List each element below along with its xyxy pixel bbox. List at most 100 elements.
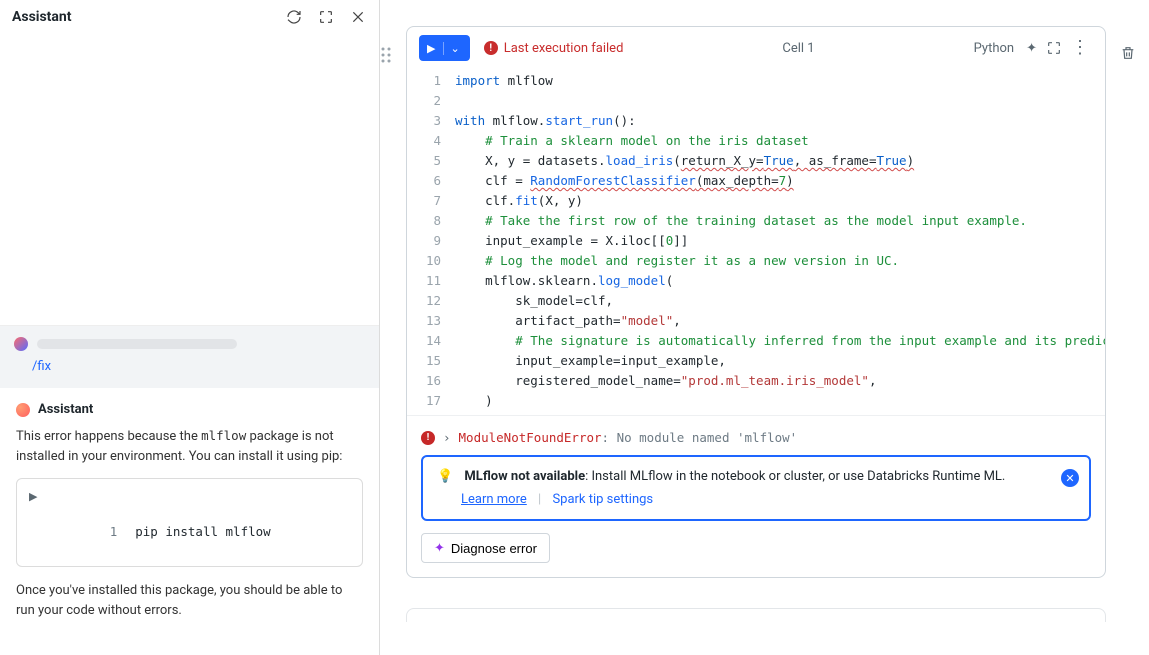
line-number: 5 — [407, 151, 455, 171]
spark-tip-link[interactable]: Spark tip settings — [552, 492, 653, 507]
line-number: 10 — [407, 251, 455, 271]
close-icon[interactable] — [349, 8, 367, 26]
notebook-area: ▶ ⌄ ! Last execution failed Cell 1 Pytho… — [380, 0, 1149, 655]
code-content[interactable]: mlflow.sklearn.log_model( — [455, 271, 1093, 291]
code-content[interactable]: input_example = X.iloc[[0]] — [455, 231, 1093, 251]
code-content[interactable]: with mlflow.start_run(): — [455, 111, 1093, 131]
code-line[interactable]: 4 # Train a sklearn model on the iris da… — [407, 131, 1105, 151]
fix-command[interactable]: /fix — [32, 359, 365, 374]
code-content[interactable]: ) — [455, 391, 1093, 411]
error-name: ModuleNotFoundError — [459, 430, 602, 445]
assistant-title: Assistant — [12, 9, 72, 25]
code-content[interactable]: registered_model_name="prod.ml_team.iris… — [455, 371, 1093, 391]
snippet-lineno: 1 — [89, 524, 117, 539]
line-number: 3 — [407, 111, 455, 131]
code-content[interactable]: X, y = datasets.load_iris(return_X_y=Tru… — [455, 151, 1093, 171]
code-content[interactable]: # Log the model and register it as a new… — [455, 251, 1093, 271]
code-content[interactable]: clf = RandomForestClassifier(max_depth=7… — [455, 171, 1093, 191]
code-editor[interactable]: 1import mlflow23with mlflow.start_run():… — [407, 69, 1105, 415]
play-icon: ▶ — [427, 42, 435, 55]
more-icon[interactable]: ⋮ — [1071, 41, 1089, 55]
code-content[interactable]: # Take the first row of the training dat… — [455, 211, 1093, 231]
line-number: 9 — [407, 231, 455, 251]
code-line[interactable]: 10 # Log the model and register it as a … — [407, 251, 1105, 271]
assistant-avatar — [16, 403, 30, 417]
line-number: 2 — [407, 91, 455, 111]
snippet-run-icon[interactable]: ▶ — [29, 490, 37, 503]
code-line[interactable]: 14 # The signature is automatically infe… — [407, 331, 1105, 351]
line-number: 1 — [407, 71, 455, 91]
expand-error-icon[interactable]: › — [443, 430, 451, 445]
assistant-panel: Assistant /fix Assistant This error happ… — [0, 0, 380, 655]
drag-handle-icon[interactable] — [380, 46, 398, 68]
code-line[interactable]: 2 — [407, 91, 1105, 111]
code-line[interactable]: 6 clf = RandomForestClassifier(max_depth… — [407, 171, 1105, 191]
next-cell-peek — [406, 608, 1106, 622]
fullscreen-icon[interactable] — [1045, 39, 1063, 57]
assistant-reply-header: Assistant — [16, 402, 363, 417]
code-line[interactable]: 17 ) — [407, 391, 1105, 411]
refresh-icon[interactable] — [285, 8, 303, 26]
line-number: 12 — [407, 291, 455, 311]
assistant-header: Assistant — [0, 0, 379, 35]
error-icon: ! — [421, 431, 435, 445]
cell-language[interactable]: Python — [974, 41, 1014, 56]
chevron-down-icon[interactable]: ⌄ — [443, 42, 465, 55]
redacted-username — [37, 339, 237, 349]
code-content[interactable]: import mlflow — [455, 71, 1093, 91]
code-line[interactable]: 8 # Take the first row of the training d… — [407, 211, 1105, 231]
code-line[interactable]: 13 artifact_path="model", — [407, 311, 1105, 331]
line-number: 16 — [407, 371, 455, 391]
code-content[interactable] — [455, 91, 1093, 111]
assistant-code-snippet: ▶ 1 pip install mlflow — [16, 478, 363, 567]
hint-box: ✕ 💡 MLflow not available: Install MLflow… — [421, 455, 1091, 521]
snippet-code: pip install mlflow — [135, 524, 270, 539]
hint-close-button[interactable]: ✕ — [1061, 469, 1079, 487]
code-content[interactable]: # The signature is automatically inferre… — [455, 331, 1106, 351]
line-number: 7 — [407, 191, 455, 211]
code-line[interactable]: 11 mlflow.sklearn.log_model( — [407, 271, 1105, 291]
error-line: ! › ModuleNotFoundError : No module name… — [421, 426, 1091, 455]
code-content[interactable]: artifact_path="model", — [455, 311, 1093, 331]
user-avatar — [14, 337, 28, 351]
sparkle-icon: ✦ — [434, 540, 445, 556]
execution-status: ! Last execution failed — [484, 41, 624, 56]
code-line[interactable]: 16 registered_model_name="prod.ml_team.i… — [407, 371, 1105, 391]
ai-sparkle-icon[interactable]: ✦ — [1026, 41, 1037, 56]
line-number: 8 — [407, 211, 455, 231]
execution-status-text: Last execution failed — [504, 41, 624, 56]
line-number: 14 — [407, 331, 455, 351]
code-content[interactable]: # Train a sklearn model on the iris data… — [455, 131, 1093, 151]
expand-icon[interactable] — [317, 8, 335, 26]
code-line[interactable]: 12 sk_model=clf, — [407, 291, 1105, 311]
assistant-paragraph-2: Once you've installed this package, you … — [16, 581, 363, 620]
error-message: : No module named 'mlflow' — [602, 430, 798, 445]
code-content[interactable]: sk_model=clf, — [455, 291, 1093, 311]
cell-label: Cell 1 — [623, 41, 973, 56]
line-number: 4 — [407, 131, 455, 151]
user-prompt-block: /fix — [0, 325, 379, 388]
code-line[interactable]: 3with mlflow.start_run(): — [407, 111, 1105, 131]
code-line[interactable]: 5 X, y = datasets.load_iris(return_X_y=T… — [407, 151, 1105, 171]
learn-more-link[interactable]: Learn more — [461, 492, 527, 507]
line-number: 11 — [407, 271, 455, 291]
assistant-reply: Assistant This error happens because the… — [0, 388, 379, 655]
run-button[interactable]: ▶ ⌄ — [419, 35, 470, 61]
error-status-icon: ! — [484, 41, 498, 55]
hint-title: 💡 MLflow not available: Install MLflow i… — [437, 469, 1075, 484]
code-line[interactable]: 1import mlflow — [407, 71, 1105, 91]
cell-toolbar: ▶ ⌄ ! Last execution failed Cell 1 Pytho… — [407, 27, 1105, 69]
line-number: 15 — [407, 351, 455, 371]
diagnose-error-button[interactable]: ✦ Diagnose error — [421, 533, 550, 563]
assistant-reply-title: Assistant — [38, 402, 93, 417]
code-content[interactable]: input_example=input_example, — [455, 351, 1093, 371]
code-line[interactable]: 15 input_example=input_example, — [407, 351, 1105, 371]
line-number: 13 — [407, 311, 455, 331]
code-line[interactable]: 9 input_example = X.iloc[[0]] — [407, 231, 1105, 251]
line-number: 17 — [407, 391, 455, 411]
line-number: 6 — [407, 171, 455, 191]
code-content[interactable]: clf.fit(X, y) — [455, 191, 1093, 211]
assistant-paragraph-1: This error happens because the mlflow pa… — [16, 427, 363, 466]
code-line[interactable]: 7 clf.fit(X, y) — [407, 191, 1105, 211]
delete-cell-icon[interactable] — [1119, 44, 1137, 62]
